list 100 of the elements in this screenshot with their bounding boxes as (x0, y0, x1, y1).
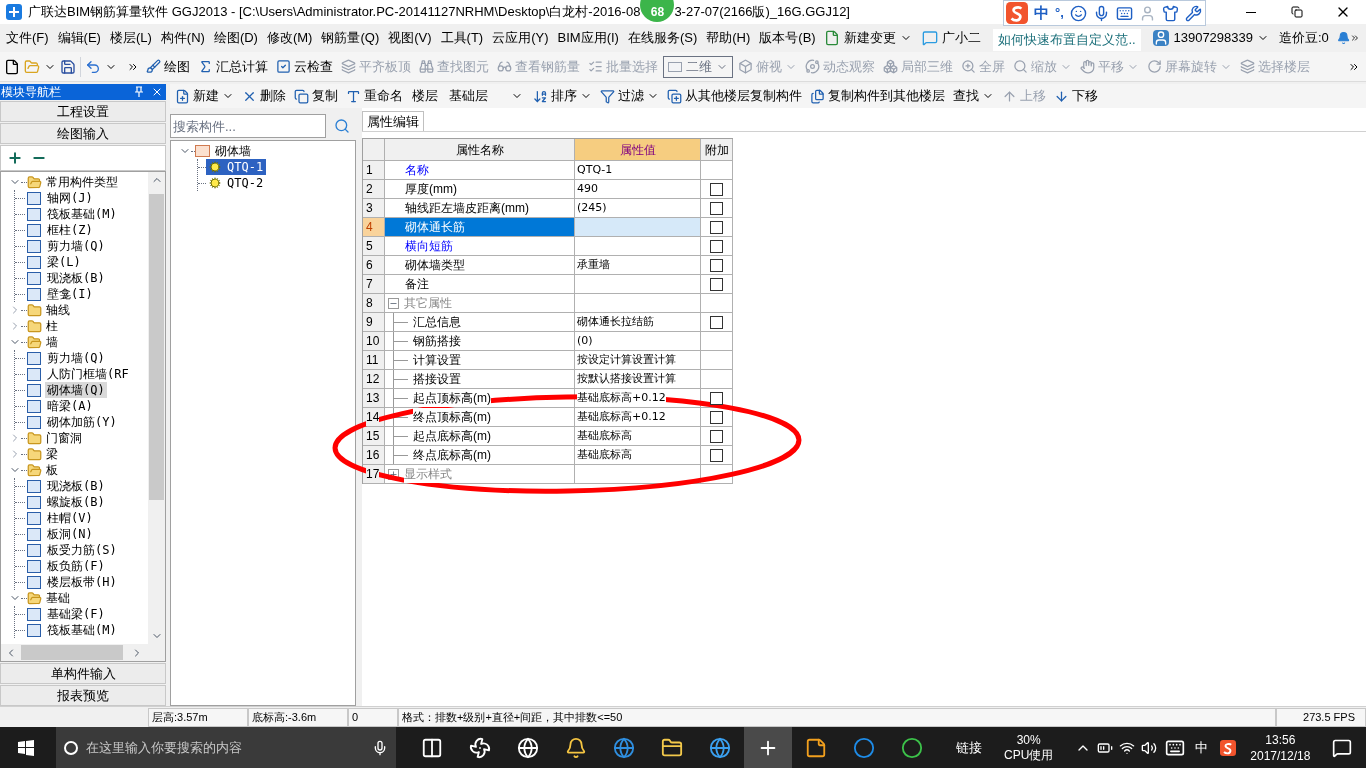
search-field[interactable]: 搜索构件... (170, 114, 326, 138)
nav-button[interactable]: 工程设置 (0, 101, 166, 122)
toolbar-button[interactable]: 复制构件到其他楼层 (807, 85, 948, 107)
tree-folder[interactable]: 常用构件类型 (46, 173, 118, 191)
volume-icon[interactable] (1141, 739, 1158, 756)
table-row[interactable]: 14 终点顶标高(m) 基础底标高+0.12 (363, 408, 733, 427)
toolbar-button[interactable]: 删除 (239, 85, 289, 107)
tree-item[interactable]: 砌体墙(Q) (45, 382, 107, 398)
toolbar-button[interactable]: 查找 (950, 85, 997, 107)
menu-item[interactable]: 云应用(Y) (492, 28, 549, 48)
tree-item[interactable]: 壁龛(I) (45, 286, 95, 302)
tree-folder[interactable]: 轴线 (46, 301, 70, 319)
menu-item[interactable]: 帮助(H) (706, 28, 751, 48)
tree-item[interactable]: 板负筋(F) (45, 558, 107, 574)
toolbar-button[interactable]: 云检查 (273, 55, 336, 78)
toolbar-button[interactable]: 绘图 (143, 55, 193, 78)
toolbar-button[interactable]: 从其他楼层复制构件 (664, 85, 805, 107)
pin-icon[interactable] (133, 86, 145, 98)
scrollbar-thumb[interactable] (21, 645, 123, 660)
new-change-button[interactable]: 新建变更 (823, 28, 912, 48)
tree-item[interactable]: 剪力墙(Q) (45, 350, 107, 366)
bell-icon[interactable] (1336, 30, 1351, 46)
input-method[interactable]: 中 (1195, 737, 1209, 758)
table-row[interactable]: 17 显示样式 (363, 465, 733, 484)
ime-punctuation[interactable]: °, (1055, 3, 1064, 23)
checkbox[interactable] (710, 182, 723, 196)
tree-item[interactable]: 现浇板(B) (45, 478, 107, 494)
tree-item[interactable]: QTQ-2 (206, 175, 267, 191)
tree-item[interactable]: 暗梁(A) (45, 398, 95, 414)
menu-item[interactable]: 构件(N) (160, 28, 205, 48)
checkbox[interactable] (710, 448, 723, 462)
taskbar-search-field[interactable]: 在这里输入你要搜索的内容 (56, 727, 396, 768)
search-icon[interactable] (334, 118, 350, 134)
table-row[interactable]: 12 搭接设置 按默认搭接设置计算 (363, 370, 733, 389)
tree-item[interactable]: 板洞(N) (45, 526, 95, 542)
tree-folder[interactable]: 门窗洞 (46, 429, 82, 447)
menu-item[interactable]: 编辑(E) (57, 28, 101, 48)
toolbar-button[interactable]: 汇总计算 (195, 55, 271, 78)
nav-button[interactable]: 单构件输入 (0, 663, 166, 684)
clock-date[interactable]: 2017/12/18 (1250, 747, 1311, 764)
tree-item[interactable]: 筏板基础(M) (45, 206, 119, 222)
tree-item[interactable]: 人防门框墙(RF (45, 366, 131, 382)
tree-item[interactable]: 螺旋板(B) (45, 494, 107, 510)
toolbar-button[interactable]: 排序 (530, 85, 595, 107)
table-row[interactable]: 5 横向短筋 (363, 237, 733, 256)
expand-all-icon[interactable] (7, 150, 23, 166)
table-row[interactable]: 13 起点顶标高(m) 基础底标高+0.12 (363, 389, 733, 408)
table-row[interactable]: 6 砌体墙类型 承重墙 (363, 256, 733, 275)
menu-item[interactable]: BIM应用(I) (557, 28, 619, 48)
notification-icon[interactable] (1332, 737, 1353, 758)
scrollbar-thumb[interactable] (149, 194, 164, 500)
microphone-icon[interactable] (372, 739, 388, 756)
tree-folder[interactable]: 板 (46, 461, 58, 479)
table-row[interactable]: 16 终点底标高(m) 基础底标高 (363, 446, 733, 465)
keyboard-icon[interactable] (1115, 4, 1133, 22)
tree-item[interactable]: 板受力筋(S) (45, 542, 119, 558)
nav-button[interactable]: 报表预览 (0, 685, 166, 706)
tree-item[interactable]: 筏板基础(M) (45, 622, 119, 638)
shirt-icon[interactable] (1161, 4, 1179, 22)
menu-item[interactable]: 版本号(B) (759, 28, 816, 48)
menu-item[interactable]: 在线服务(S) (627, 28, 698, 48)
table-row[interactable]: 11 计算设置 按设定计算设置计算 (363, 351, 733, 370)
menu-item[interactable]: 钢筋量(Q) (321, 28, 380, 48)
checkbox[interactable] (710, 429, 723, 443)
tree-item[interactable]: 楼层板带(H) (45, 574, 119, 590)
new-file-icon[interactable] (4, 58, 20, 75)
group-toggle[interactable] (388, 297, 399, 309)
checkbox[interactable] (710, 220, 723, 234)
tree-folder[interactable]: 梁 (46, 445, 58, 463)
table-row[interactable]: 9 汇总信息 砌体通长拉结筋 (363, 313, 733, 332)
tree-item[interactable]: 框柱(Z) (45, 222, 95, 238)
tree-folder[interactable]: 柱 (46, 317, 58, 335)
scrollbar[interactable] (1, 644, 165, 661)
checkbox[interactable] (710, 201, 723, 215)
group-toggle[interactable] (388, 468, 399, 480)
tree-item[interactable]: QTQ-1 (206, 159, 267, 175)
table-row[interactable]: 7 备注 (363, 275, 733, 294)
table-row[interactable]: 8 其它属性 (363, 294, 733, 313)
toolbar-button[interactable]: 新建 (172, 85, 237, 107)
taskbar-app[interactable] (744, 727, 792, 768)
toolbar-button[interactable]: 下移 (1051, 85, 1101, 107)
clock-time[interactable]: 13:56 (1265, 731, 1296, 748)
links-label[interactable]: 链接 (956, 737, 982, 758)
checkbox[interactable] (710, 239, 723, 253)
emoji-icon[interactable] (1069, 4, 1087, 22)
menu-item[interactable]: 视图(V) (388, 28, 432, 48)
checkbox[interactable] (710, 391, 723, 405)
save-icon[interactable] (60, 58, 76, 75)
news-link[interactable]: 如何快速布置自定义范.. (992, 29, 1142, 51)
menu-item[interactable]: 楼层(L) (109, 28, 152, 48)
wrench-icon[interactable] (1184, 4, 1202, 22)
menu-item[interactable]: 修改(M) (266, 28, 313, 48)
table-row[interactable]: 15 起点底标高(m) 基础底标高 (363, 427, 733, 446)
menu-item[interactable]: 绘图(D) (213, 28, 258, 48)
checkbox[interactable] (710, 315, 723, 329)
tree-folder[interactable]: 基础 (46, 589, 70, 607)
tree-item[interactable]: 砌体加筋(Y) (45, 414, 119, 430)
checkbox[interactable] (710, 258, 723, 272)
tree-item[interactable]: 基础梁(F) (45, 606, 107, 622)
toolbar-button[interactable]: 复制 (291, 85, 341, 107)
